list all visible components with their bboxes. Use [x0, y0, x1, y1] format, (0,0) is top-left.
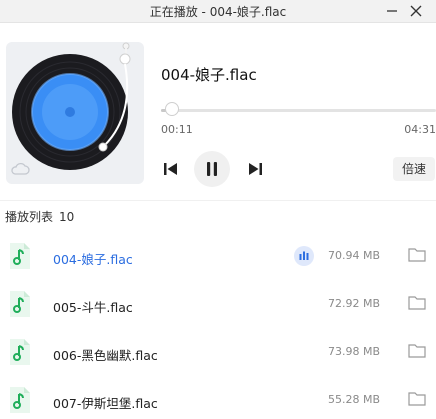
album-cover — [6, 42, 144, 184]
total-time: 04:31 — [404, 123, 436, 136]
divider — [0, 200, 436, 201]
playlist-item[interactable]: 006-黑色幽默.flac 73.98 MB — [0, 333, 436, 377]
minimize-button[interactable] — [380, 0, 404, 22]
title-bar: 正在播放 - 004-娘子.flac — [0, 0, 436, 23]
open-folder-button[interactable] — [407, 294, 427, 312]
track-name: 006-黑色幽默.flac — [53, 348, 158, 363]
playlist-item[interactable]: 005-斗牛.flac 72.92 MB — [0, 285, 436, 329]
playlist-label: 播放列表 — [5, 210, 54, 224]
close-button[interactable] — [404, 0, 428, 22]
track-name: 004-娘子.flac — [53, 252, 133, 267]
playback-speed-button[interactable]: 倍速 — [393, 157, 435, 181]
skip-next-icon — [249, 163, 262, 175]
cloud-icon — [11, 162, 30, 175]
audio-file-icon — [8, 290, 32, 318]
folder-icon — [408, 392, 426, 406]
audio-file-icon — [8, 242, 32, 270]
folder-icon — [408, 296, 426, 310]
progress-bar[interactable] — [161, 102, 436, 116]
playlist-item[interactable]: 004-娘子.flac 70.94 MB — [0, 237, 436, 281]
window-title: 正在播放 - 004-娘子.flac — [149, 5, 287, 19]
close-icon — [410, 5, 422, 17]
open-folder-button[interactable] — [407, 390, 427, 408]
open-folder-button[interactable] — [407, 342, 427, 360]
folder-icon — [408, 344, 426, 358]
file-size: 70.94 MB — [328, 249, 381, 262]
next-track-button[interactable] — [244, 158, 266, 180]
playlist-count: 10 — [59, 210, 75, 224]
now-playing-title: 004-娘子.flac — [161, 66, 257, 84]
pause-button[interactable] — [194, 151, 230, 187]
now-playing-indicator-icon — [294, 246, 314, 266]
file-size: 72.92 MB — [328, 297, 381, 310]
current-time: 00:11 — [161, 123, 193, 136]
pause-icon — [207, 162, 217, 176]
open-folder-button[interactable] — [407, 246, 427, 264]
track-name: 005-斗牛.flac — [53, 300, 133, 315]
skip-previous-icon — [164, 163, 177, 175]
player-window: 正在播放 - 004-娘子.flac 004-娘子.flac 00:11 04:… — [0, 0, 436, 419]
playlist-item[interactable]: 007-伊斯坦堡.flac 55.28 MB — [0, 381, 436, 419]
audio-file-icon — [8, 386, 32, 414]
file-size: 73.98 MB — [328, 345, 381, 358]
folder-icon — [408, 248, 426, 262]
minimize-icon — [387, 10, 397, 12]
playlist-header: 播放列表 10 — [5, 208, 74, 225]
file-size: 55.28 MB — [328, 393, 381, 406]
progress-thumb[interactable] — [165, 102, 179, 116]
previous-track-button[interactable] — [160, 158, 182, 180]
audio-file-icon — [8, 338, 32, 366]
track-name: 007-伊斯坦堡.flac — [53, 396, 158, 411]
